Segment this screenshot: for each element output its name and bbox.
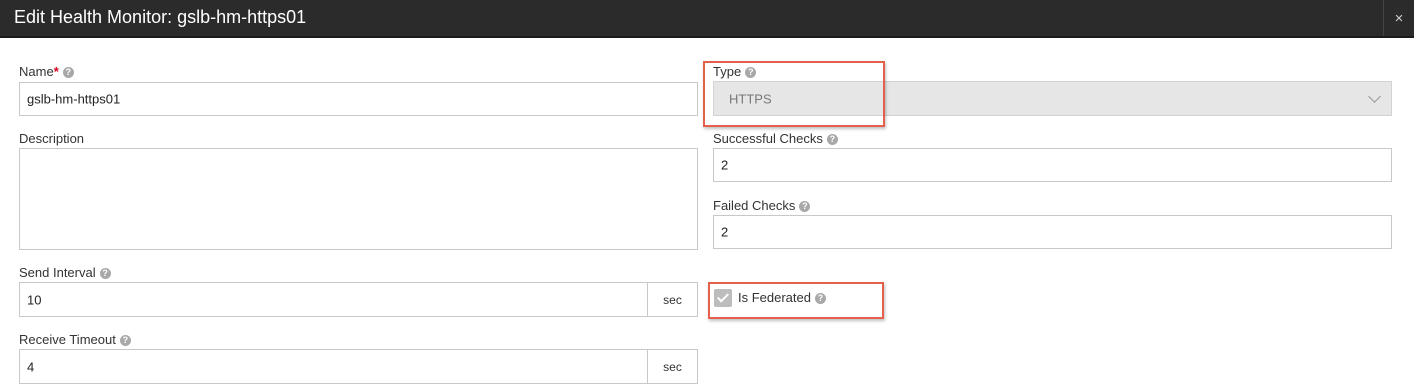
name-input-value: gslb-hm-https01 <box>27 91 121 107</box>
send-interval-label-text: Send Interval <box>19 265 96 280</box>
help-icon[interactable]: ? <box>799 201 811 212</box>
failed-checks-input[interactable]: 2 <box>713 215 1392 249</box>
type-highlight-box <box>703 61 885 127</box>
send-interval-label: Send Interval? <box>19 265 111 281</box>
receive-timeout-label: Receive Timeout? <box>19 332 131 348</box>
dialog-titlebar: Edit Health Monitor: gslb-hm-https01 × <box>0 0 1414 38</box>
receive-timeout-value: 4 <box>27 359 35 374</box>
successful-checks-value: 2 <box>721 157 729 173</box>
send-interval-unit: sec <box>647 283 697 316</box>
successful-checks-label: Successful Checks? <box>713 131 838 147</box>
receive-timeout-unit: sec <box>647 350 697 383</box>
help-icon[interactable]: ? <box>119 335 131 346</box>
help-icon[interactable]: ? <box>62 67 74 78</box>
failed-checks-label-text: Failed Checks <box>713 198 796 213</box>
send-interval-input[interactable]: 10 sec <box>19 282 698 317</box>
help-icon[interactable]: ? <box>99 268 111 279</box>
description-textarea[interactable] <box>19 148 698 250</box>
successful-checks-label-text: Successful Checks <box>713 131 823 146</box>
close-icon[interactable]: × <box>1383 0 1414 36</box>
is-federated-highlight-box <box>708 282 884 319</box>
description-label: Description <box>19 131 84 147</box>
successful-checks-input[interactable]: 2 <box>713 148 1392 182</box>
description-label-text: Description <box>19 131 85 146</box>
help-icon[interactable]: ? <box>826 134 838 145</box>
receive-timeout-input[interactable]: 4 sec <box>19 349 698 384</box>
dialog-title: Edit Health Monitor: gslb-hm-https01 <box>14 7 307 27</box>
failed-checks-value: 2 <box>721 224 729 240</box>
required-mark: * <box>53 64 59 79</box>
failed-checks-label: Failed Checks? <box>713 198 811 214</box>
send-interval-value: 10 <box>27 292 42 307</box>
name-input[interactable]: gslb-hm-https01 <box>19 82 698 116</box>
chevron-down-icon <box>1368 90 1381 103</box>
name-label: Name*? <box>19 64 74 80</box>
name-label-text: Name <box>19 64 54 79</box>
receive-timeout-label-text: Receive Timeout <box>19 332 116 347</box>
